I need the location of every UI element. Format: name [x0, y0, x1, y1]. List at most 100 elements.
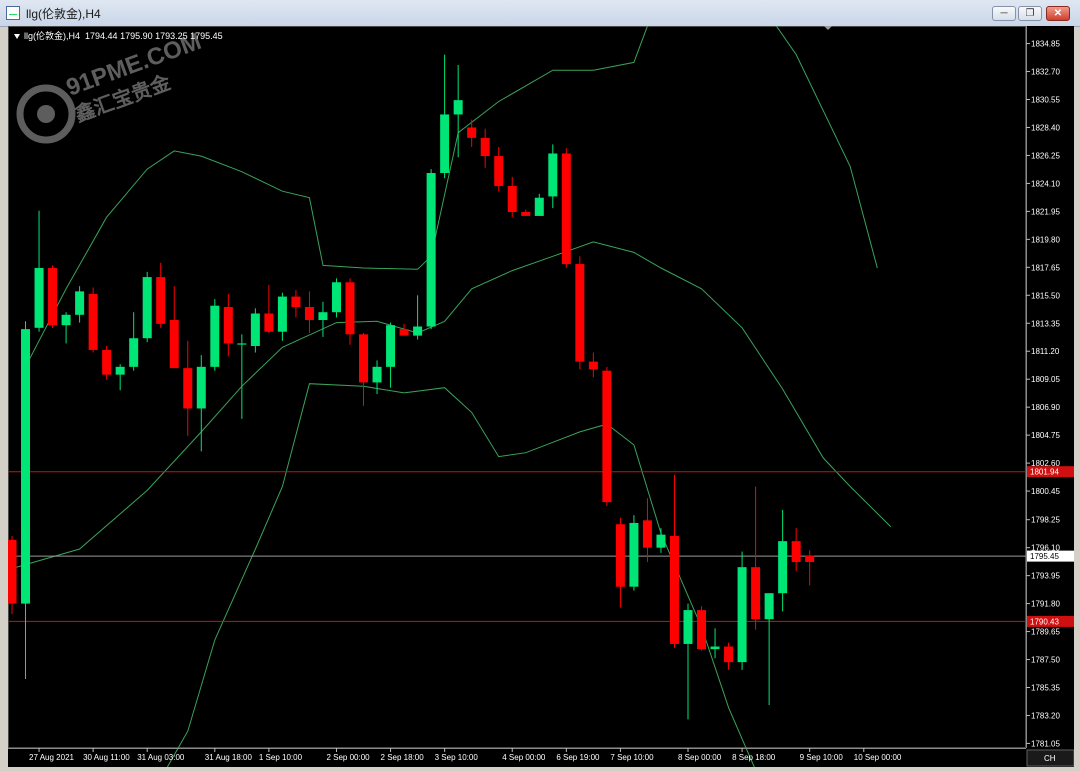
candle-body[interactable] — [359, 334, 369, 383]
candle-body[interactable] — [210, 305, 220, 367]
minimize-button[interactable]: ─ — [992, 6, 1016, 21]
candle-body[interactable] — [277, 296, 287, 332]
candle-body[interactable] — [386, 325, 396, 367]
candle-body[interactable] — [805, 555, 815, 562]
y-tick-label: 1798.25 — [1031, 516, 1060, 525]
candle-body[interactable] — [250, 313, 260, 347]
x-tick-label: 6 Sep 19:00 — [556, 753, 600, 762]
candle-body[interactable] — [494, 156, 504, 187]
candle-body[interactable] — [521, 212, 531, 216]
candle-body[interactable] — [669, 535, 679, 644]
candle-body[interactable] — [156, 277, 166, 324]
candle-body[interactable] — [183, 368, 193, 409]
y-tick-label: 1793.95 — [1031, 572, 1060, 581]
candle-body[interactable] — [629, 522, 639, 587]
band-lower-line — [166, 383, 755, 767]
y-tick-label: 1781.05 — [1031, 739, 1060, 748]
restore-button[interactable]: ❐ — [1018, 6, 1042, 21]
y-tick-label: 1830.55 — [1031, 96, 1060, 105]
candle-body[interactable] — [102, 349, 112, 375]
candle-body[interactable] — [656, 534, 666, 548]
candle-body[interactable] — [778, 541, 788, 594]
candle-body[interactable] — [480, 137, 490, 157]
y-tick-label: 1809.05 — [1031, 375, 1060, 384]
y-tick-label: 1828.40 — [1031, 123, 1060, 132]
window-title: llg(伦敦金),H4 — [26, 7, 101, 21]
y-tick-label: 1832.70 — [1031, 68, 1060, 77]
candle-body[interactable] — [75, 291, 85, 315]
candle-body[interactable] — [129, 338, 139, 367]
candle-body[interactable] — [196, 366, 206, 409]
candle-body[interactable] — [318, 312, 328, 321]
candle-body[interactable] — [791, 541, 801, 562]
x-tick-label: 30 Aug 11:00 — [83, 753, 130, 762]
candle-body[interactable] — [331, 282, 341, 313]
candle-body[interactable] — [372, 366, 382, 383]
candle-body[interactable] — [602, 370, 612, 503]
window-titlebar: llg(伦敦金),H4 ─ ❐ ✕ — [0, 0, 1080, 27]
candle-body[interactable] — [534, 197, 544, 216]
candle-body[interactable] — [764, 593, 774, 620]
candle-body[interactable] — [615, 524, 625, 587]
candle-body[interactable] — [642, 520, 652, 548]
candle-body[interactable] — [8, 539, 17, 604]
y-tick-label: 1819.80 — [1031, 235, 1060, 244]
candle-body[interactable] — [291, 296, 301, 307]
candle-body[interactable] — [426, 173, 436, 327]
candle-body[interactable] — [751, 567, 761, 620]
candle-body[interactable] — [548, 153, 558, 197]
candle-body[interactable] — [48, 267, 58, 326]
candle-body[interactable] — [575, 264, 585, 362]
candle-body[interactable] — [304, 306, 314, 321]
candle-body[interactable] — [237, 343, 247, 345]
close-button[interactable]: ✕ — [1046, 6, 1070, 21]
y-tick-label: 1787.50 — [1031, 656, 1060, 665]
candle-body[interactable] — [88, 293, 98, 350]
y-tick-label: 1826.25 — [1031, 151, 1060, 160]
shift-marker-icon[interactable] — [824, 26, 832, 30]
candle-body[interactable] — [561, 153, 571, 265]
x-tick-label: 3 Sep 10:00 — [435, 753, 479, 762]
candle-body[interactable] — [683, 610, 693, 644]
x-tick-label: 2 Sep 18:00 — [381, 753, 425, 762]
y-tick-label: 1804.75 — [1031, 431, 1060, 440]
x-tick-label: 27 Aug 2021 — [29, 753, 74, 762]
candle-body[interactable] — [21, 329, 31, 604]
x-tick-label: 7 Sep 10:00 — [610, 753, 654, 762]
candle-body[interactable] — [223, 306, 233, 344]
y-tick-label: 1815.50 — [1031, 291, 1060, 300]
candle-body[interactable] — [115, 366, 125, 375]
candle-body[interactable] — [737, 567, 747, 663]
candle-body[interactable] — [61, 314, 71, 326]
candle-body[interactable] — [697, 610, 707, 650]
price-tag-label: 1790.43 — [1030, 617, 1059, 626]
candle-body[interactable] — [34, 267, 44, 328]
candle-body[interactable] — [413, 326, 423, 336]
candle-body[interactable] — [453, 100, 463, 115]
x-tick-label: 4 Sep 00:00 — [502, 753, 546, 762]
watermark-logo: 91PME.COM 鑫汇宝贵金 — [16, 28, 205, 144]
y-tick-label: 1800.45 — [1031, 487, 1060, 496]
candle-body[interactable] — [169, 320, 179, 369]
candle-body[interactable] — [588, 361, 598, 370]
candle-body[interactable] — [345, 282, 355, 335]
candle-body[interactable] — [399, 329, 409, 336]
candle-body[interactable] — [507, 186, 517, 213]
y-tick-label: 1783.20 — [1031, 711, 1060, 720]
y-tick-label: 1834.85 — [1031, 40, 1060, 49]
candle-body[interactable] — [724, 646, 734, 663]
x-tick-label: 8 Sep 00:00 — [678, 753, 722, 762]
chart-window[interactable]: 1834.85 1832.70 1830.55 1828.40 1826.25 1824.… — [8, 26, 1074, 767]
price-tag-label: 1801.94 — [1030, 468, 1059, 477]
candle-body[interactable] — [142, 277, 152, 339]
y-tick-label: 1791.80 — [1031, 600, 1060, 609]
x-tick-label: 10 Sep 00:00 — [854, 753, 902, 762]
price-tag-label: 1795.45 — [1030, 552, 1059, 561]
x-tick-label: 2 Sep 00:00 — [326, 753, 370, 762]
candle-body[interactable] — [467, 127, 477, 138]
y-tick-label: 1811.20 — [1031, 347, 1060, 356]
candle-body[interactable] — [440, 114, 450, 174]
y-tick-label: 1821.95 — [1031, 207, 1060, 216]
candle-body[interactable] — [710, 646, 720, 650]
candle-body[interactable] — [264, 313, 274, 332]
